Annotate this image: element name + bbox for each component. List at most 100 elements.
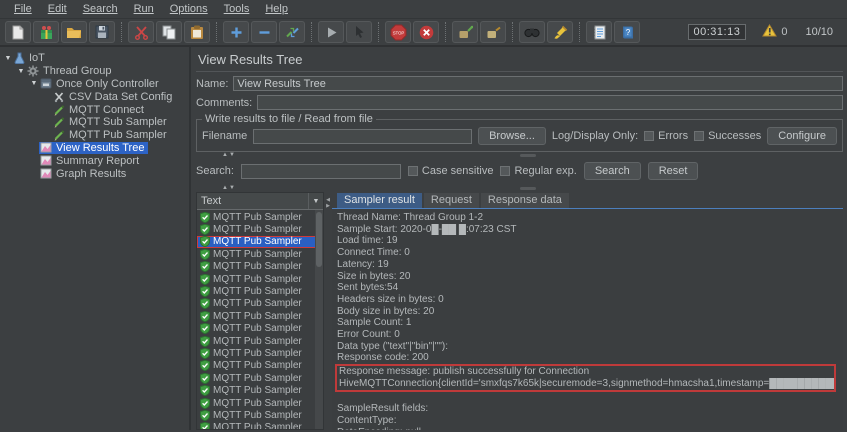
menu-file[interactable]: File [6,3,40,15]
case-sensitive-checkbox[interactable] [407,166,418,176]
remote-stop-all-button[interactable] [480,21,506,43]
result-list-item[interactable]: MQTT Pub Sampler [197,235,323,249]
result-list-item[interactable]: MQTT Pub Sampler [197,261,323,273]
start-no-pauses-button[interactable] [346,21,372,43]
shield-success-icon [200,211,210,223]
log-warnings-indicator[interactable]: 0 [762,24,787,40]
result-list-item[interactable]: MQTT Pub Sampler [197,384,323,397]
tree-item-summary-report[interactable]: Summary Report [0,154,189,167]
result-line: DataEncoding: null [337,427,839,430]
tree-expander-icon[interactable]: ▼ [16,68,26,75]
open-button[interactable] [61,21,87,43]
results-scrollbar[interactable] [315,210,323,429]
scrollbar-thumb[interactable] [316,212,322,267]
renderer-combobox[interactable]: Text ▼ [197,193,323,210]
tree-item-mqtt-connect[interactable]: MQTT Connect [0,103,189,116]
clear-all-button[interactable] [547,21,573,43]
function-helper-button[interactable] [586,21,612,43]
tree-expander-icon[interactable]: ▼ [3,55,13,62]
controller-icon [40,78,52,89]
shield-success-icon [200,310,210,322]
filename-input[interactable] [253,128,473,144]
tree-item-view-results-tree[interactable]: View Results Tree [0,141,189,155]
help-button[interactable]: ? [614,21,640,43]
result-list-item[interactable]: MQTT Pub Sampler [197,285,323,298]
menu-tools[interactable]: Tools [216,3,258,15]
tab-sampler-result[interactable]: Sampler result [337,193,422,208]
tree-item-thread-group[interactable]: ▼ Thread Group [0,65,189,78]
tree-item-mqtt-pub-sampler[interactable]: MQTT Pub Sampler [0,129,189,142]
comments-input[interactable] [257,95,843,110]
write-results-group-title: Write results to file / Read from file [202,113,376,125]
result-list-item[interactable]: MQTT Pub Sampler [197,298,323,310]
remote-start-all-button[interactable] [452,21,478,43]
horizontal-splitter-top[interactable]: ▲▼ [196,152,843,159]
result-list-item[interactable]: MQTT Pub Sampler [197,422,323,429]
result-list-item[interactable]: MQTT Pub Sampler [197,372,323,384]
name-row: Name: [196,72,843,93]
result-list-item[interactable]: MQTT Pub Sampler [197,248,323,260]
result-list-item[interactable]: MQTT Pub Sampler [197,347,323,359]
result-list-item[interactable]: MQTT Pub Sampler [197,397,323,409]
results-split: Text ▼ MQTT Pub Sampler MQTT Pub Sampler M… [196,192,843,430]
result-list-item[interactable]: MQTT Pub Sampler [197,323,323,335]
splitter-right-arrow-icon[interactable]: ▶ [326,203,330,209]
splitter-collapse-arrows-icon[interactable]: ▲▼ [222,185,236,192]
shield-success-icon [200,273,210,285]
tree-item-label: MQTT Connect [69,103,144,116]
expand-all-button[interactable] [223,21,249,43]
menu-search[interactable]: Search [75,3,126,15]
menu-help[interactable]: Help [257,3,296,15]
tree-item-csv-data-set-config[interactable]: CSV Data Set Config [0,90,189,103]
sampler-result-content[interactable]: Thread Name: Thread Group 1-2 Sample Star… [332,209,843,430]
toolbar-status: 00:31:13 0 10/10 [687,24,843,40]
result-list-item[interactable]: MQTT Pub Sampler [197,211,323,223]
splitter-grip[interactable] [519,187,536,190]
errors-checkbox[interactable] [644,131,655,141]
collapse-all-button[interactable] [251,21,277,43]
reset-button[interactable]: Reset [647,162,699,180]
tree-expander-icon[interactable]: ▼ [29,80,39,87]
stop-button[interactable]: STOP [385,21,411,43]
menu-run[interactable]: Run [126,3,162,15]
copy-button[interactable] [156,21,182,43]
menu-options[interactable]: Options [162,3,216,15]
search-icon [524,26,540,38]
result-list-item[interactable]: MQTT Pub Sampler [197,273,323,285]
save-button[interactable] [89,21,115,43]
result-list-item[interactable]: MQTT Pub Sampler [197,335,323,347]
tab-request[interactable]: Request [423,193,479,208]
regular-exp-checkbox[interactable] [500,166,511,176]
search-input[interactable] [240,163,401,179]
shutdown-button[interactable] [413,21,439,43]
start-button[interactable] [318,21,344,43]
result-list-item[interactable]: MQTT Pub Sampler [197,409,323,421]
tab-response-data[interactable]: Response data [480,193,569,208]
view-results-tree-panel: View Results Tree Name: Comments: Write … [191,47,847,430]
menu-edit[interactable]: Edit [40,3,75,15]
sampler-icon [53,104,65,116]
result-list-item[interactable]: MQTT Pub Sampler [197,360,323,372]
toggle-button[interactable] [279,21,305,43]
tree-item-mqtt-sub-sampler[interactable]: MQTT Sub Sampler [0,116,189,129]
tree-item-iot[interactable]: ▼ IoT [0,52,189,65]
horizontal-splitter-bottom[interactable]: ▲▼ [196,185,843,192]
vertical-splitter[interactable]: ◀ ▶ [324,192,332,430]
tree-item-graph-results[interactable]: Graph Results [0,167,189,180]
result-list-item[interactable]: MQTT Pub Sampler [197,223,323,236]
new-button[interactable] [5,21,31,43]
browse-button[interactable]: Browse... [478,127,546,145]
successes-checkbox[interactable] [694,131,705,141]
paste-button[interactable] [184,21,210,43]
templates-button[interactable] [33,21,59,43]
splitter-grip[interactable] [519,154,536,157]
result-item-label: MQTT Pub Sampler [213,323,302,335]
result-list-item[interactable]: MQTT Pub Sampler [197,310,323,322]
cut-button[interactable] [128,21,154,43]
search-button[interactable] [519,21,545,43]
search-button[interactable]: Search [583,162,641,180]
tree-item-once-only-controller[interactable]: ▼ Once Only Controller [0,78,189,91]
configure-button[interactable]: Configure [767,127,837,145]
splitter-collapse-arrows-icon[interactable]: ▲▼ [222,152,236,159]
name-input[interactable] [233,76,843,91]
